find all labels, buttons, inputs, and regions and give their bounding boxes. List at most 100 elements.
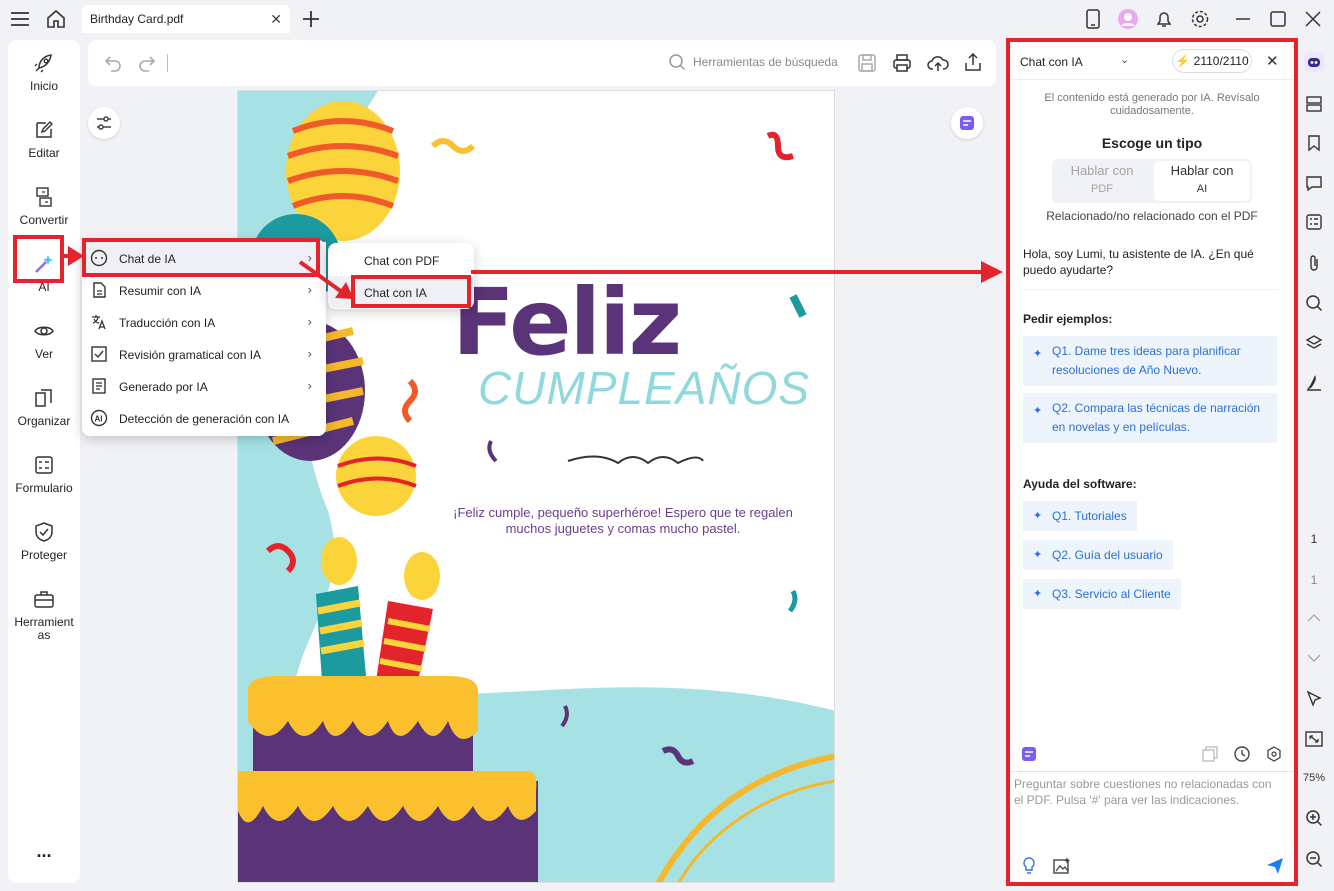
search-icon[interactable]: [668, 53, 686, 74]
toggle-hablar-pdf[interactable]: Hablar con PDF: [1054, 161, 1150, 201]
chevron-right-icon: ›: [307, 314, 312, 329]
sidebar-item-inicio[interactable]: Inicio: [8, 52, 80, 93]
send-icon[interactable]: [1266, 857, 1284, 878]
eye-icon: [34, 326, 54, 336]
layers-icon[interactable]: [1303, 332, 1325, 354]
ai-mode-select[interactable]: Chat con IA: [1020, 55, 1083, 69]
zoom-in-icon[interactable]: [1303, 807, 1325, 829]
redo-icon[interactable]: [137, 53, 157, 76]
organize-icon: [35, 389, 52, 407]
menu-item-resumir[interactable]: Resumir con IA ›: [82, 274, 326, 306]
help-customer-service[interactable]: ✦ Q3. Servicio al Cliente: [1023, 579, 1181, 609]
ai-chat-panel: Chat con IA ⌄ ⚡ 2110/2110 ✕ El contenido…: [1006, 38, 1298, 886]
sidebar-item-herramientas[interactable]: Herramientas: [8, 588, 80, 642]
sidebar-label: Herramientas: [14, 615, 74, 642]
menu-label: Traducción con IA: [119, 316, 216, 330]
close-panel-icon[interactable]: ✕: [1266, 52, 1279, 70]
search-tools-input[interactable]: Herramientas de búsqueda: [693, 55, 838, 69]
signature-icon[interactable]: [1303, 372, 1325, 394]
title-bar: Birthday Card.pdf ✕: [0, 0, 1334, 38]
ai-assistant-float-button[interactable]: [951, 107, 983, 139]
attachment-icon[interactable]: [1303, 252, 1325, 274]
help-text: Q2. Guía del usuario: [1052, 548, 1163, 562]
left-sidebar: Inicio Editar Convertir AI Ver Organizar…: [8, 40, 80, 883]
chat-con-ia-highlight-box: [351, 275, 471, 308]
sidebar-item-organizar[interactable]: Organizar: [8, 387, 80, 428]
filter-settings-button[interactable]: [88, 107, 120, 139]
card-message: ¡Feliz cumple, pequeño superhéroe! Esper…: [453, 505, 793, 536]
document-tab[interactable]: Birthday Card.pdf ✕: [82, 5, 290, 33]
help-tutorials[interactable]: ✦ Q1. Tutoriales: [1023, 501, 1137, 531]
cloud-upload-icon[interactable]: [927, 53, 949, 76]
sidebar-item-formulario[interactable]: Formulario: [8, 454, 80, 495]
toolbox-icon: [34, 591, 54, 608]
undo-icon[interactable]: [103, 53, 123, 76]
sidebar-item-proteger[interactable]: Proteger: [8, 521, 80, 562]
new-tab-icon[interactable]: [300, 8, 322, 30]
image-upload-icon[interactable]: [1053, 857, 1071, 878]
lightbulb-icon[interactable]: [1021, 857, 1037, 878]
sidebar-item-convertir[interactable]: Convertir: [8, 186, 80, 227]
maximize-icon[interactable]: [1267, 8, 1289, 30]
zoom-level[interactable]: 75%: [1300, 772, 1328, 784]
tab-title: Birthday Card.pdf: [90, 12, 184, 26]
gear-icon[interactable]: [1189, 8, 1211, 30]
comment-icon[interactable]: [1303, 172, 1325, 194]
example-question-1[interactable]: ✦ Q1. Dame tres ideas para planificar re…: [1023, 336, 1277, 386]
ai-doc-icon[interactable]: [1021, 746, 1037, 765]
home-icon[interactable]: [45, 8, 67, 30]
chevron-down-icon[interactable]: ⌄: [1120, 53, 1129, 66]
ai-doc-icon: [960, 116, 974, 130]
total-pages: 1: [1310, 573, 1318, 587]
layout-icon[interactable]: [1303, 93, 1325, 115]
submenu-item-chat-pdf[interactable]: Chat con PDF: [328, 244, 474, 276]
menu-item-generado[interactable]: Generado por IA ›: [82, 370, 326, 402]
sidebar-label: Formulario: [15, 481, 73, 495]
help-user-guide[interactable]: ✦ Q2. Guía del usuario: [1023, 540, 1173, 570]
toggle-hablar-ai[interactable]: Hablar con AI: [1154, 161, 1250, 201]
close-window-icon[interactable]: [1302, 8, 1324, 30]
menu-item-traduccion[interactable]: Traducción con IA ›: [82, 306, 326, 338]
save-icon[interactable]: [857, 53, 877, 76]
print-icon[interactable]: [892, 53, 912, 76]
more-options-icon[interactable]: ...: [8, 842, 80, 860]
chat-input[interactable]: Preguntar sobre cuestiones no relacionad…: [1014, 776, 1284, 808]
credits-badge[interactable]: ⚡ 2110/2110: [1172, 49, 1252, 73]
mobile-icon[interactable]: [1082, 8, 1104, 30]
checklist-icon[interactable]: [1303, 211, 1325, 233]
search-icon[interactable]: [1303, 292, 1325, 314]
example-text: Q2. Compara las técnicas de narración en…: [1052, 401, 1261, 434]
menu-item-revision[interactable]: Revisión gramatical con IA ›: [82, 338, 326, 370]
select-cursor-icon[interactable]: [1303, 688, 1325, 710]
birthday-card-artwork: [238, 91, 834, 882]
svg-text:AI: AI: [95, 415, 103, 424]
share-icon[interactable]: [963, 52, 983, 75]
choose-type-heading: Escoge un tipo: [1101, 135, 1203, 151]
close-tab-icon[interactable]: ✕: [270, 11, 282, 28]
history-icon[interactable]: [1234, 746, 1250, 765]
sidebar-label: Proteger: [20, 548, 68, 562]
copy-icon[interactable]: [1202, 746, 1218, 765]
hamburger-menu-icon[interactable]: [9, 8, 31, 30]
sidebar-item-ver[interactable]: Ver: [8, 320, 80, 361]
bookmark-icon[interactable]: [1303, 132, 1325, 154]
avatar[interactable]: [1117, 8, 1139, 30]
bell-icon[interactable]: [1153, 8, 1175, 30]
hexagon-settings-icon[interactable]: [1266, 746, 1282, 765]
sidebar-item-editar[interactable]: Editar: [8, 119, 80, 160]
menu-label: Generado por IA: [119, 380, 208, 394]
menu-label: Resumir con IA: [119, 284, 202, 298]
example-question-2[interactable]: ✦ Q2. Compara las técnicas de narración …: [1023, 393, 1277, 443]
chevron-up-icon[interactable]: [1303, 607, 1325, 629]
summarize-icon: [93, 282, 106, 298]
zoom-out-icon[interactable]: [1303, 848, 1325, 870]
minimize-icon[interactable]: [1232, 8, 1254, 30]
chevron-right-icon: ›: [307, 346, 312, 361]
ai-robot-icon[interactable]: [1303, 51, 1325, 73]
fit-page-icon[interactable]: [1303, 728, 1325, 750]
current-page[interactable]: 1: [1300, 532, 1328, 546]
chevron-down-icon[interactable]: [1303, 647, 1325, 669]
grammar-check-icon: [91, 346, 107, 362]
chat-type-toggle: Hablar con PDF Hablar con AI: [1052, 159, 1252, 203]
menu-item-deteccion[interactable]: AI Detección de generación con IA: [82, 402, 326, 434]
